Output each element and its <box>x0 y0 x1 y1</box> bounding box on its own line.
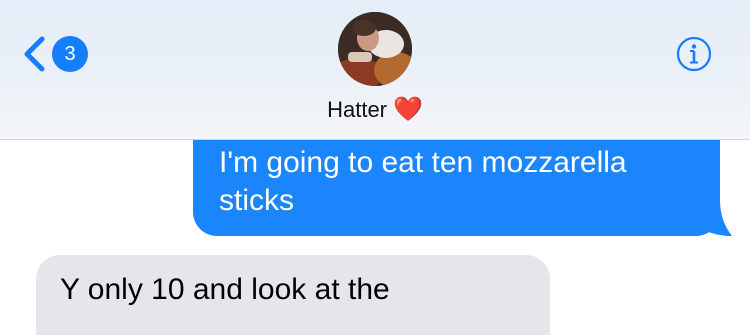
contact-name-text: Hatter <box>327 97 388 122</box>
info-button[interactable] <box>676 36 712 72</box>
heart-emoji: ❤️ <box>393 96 423 123</box>
back-button[interactable]: 3 <box>22 36 102 72</box>
info-icon <box>676 36 712 72</box>
contact-avatar[interactable] <box>338 12 412 86</box>
conversation-header: 3 Hatter ❤️ <box>0 0 750 140</box>
received-message-text: Y only 10 and look at the <box>60 273 390 306</box>
unread-count-badge: 3 <box>52 36 88 72</box>
chevron-left-icon <box>24 36 45 72</box>
sent-message-bubble[interactable]: I'm going to eat ten mozzarella sticks <box>193 140 720 236</box>
contact-name[interactable]: Hatter ❤️ <box>0 95 750 124</box>
sent-message-text: I'm going to eat ten mozzarella sticks <box>219 146 627 217</box>
received-message-bubble[interactable]: Y only 10 and look at the <box>36 255 550 335</box>
sent-bubble-tail <box>694 200 732 236</box>
